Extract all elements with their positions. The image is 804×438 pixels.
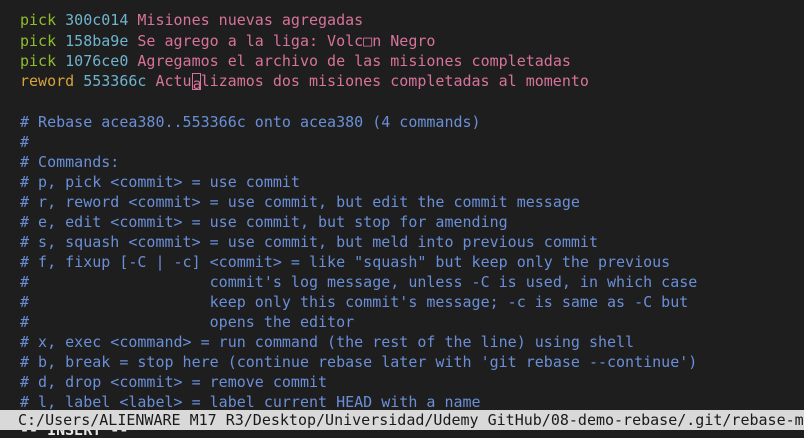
- comment-line: # f, fixup [-C | -c] <commit> = like "sq…: [20, 253, 671, 271]
- comment-line: # p, pick <commit> = use commit: [20, 173, 300, 191]
- comment-line: # commit's log message, unless -C is use…: [20, 273, 698, 291]
- comment-line: # b, break = stop here (continue rebase …: [20, 353, 698, 371]
- commit-hash: 300c014: [65, 11, 129, 29]
- commit-message: Se agrego a la liga: Volc□n Negro: [137, 32, 436, 50]
- mode-line: -- INSERT --: [0, 430, 804, 438]
- todo-line[interactable]: pick 158ba9e Se agrego a la liga: Volc□n…: [20, 31, 435, 51]
- comment-line: # s, squash <commit> = use commit, but m…: [20, 233, 598, 251]
- comment-line: # Rebase acea380..553366c onto acea380 (…: [20, 113, 481, 131]
- status-bar: C:/Users/ALIENWARE M17 R3/Desktop/Univer…: [0, 410, 804, 430]
- comment-line: #: [20, 133, 30, 151]
- comment-line: # e, edit <commit> = use commit, but sto…: [20, 213, 508, 231]
- todo-command: pick: [20, 11, 57, 29]
- comment-line: # l, label <label> = label current HEAD …: [20, 393, 481, 410]
- todo-command: pick: [20, 32, 57, 50]
- comment-line: # opens the editor: [20, 313, 355, 331]
- commit-hash: 553366c: [83, 72, 147, 90]
- comment-line: # d, drop <commit> = remove commit: [20, 373, 328, 391]
- commit-message: Agregamos el archivo de las misiones com…: [137, 52, 571, 70]
- comment-line: # x, exec <command> = run command (the r…: [20, 333, 635, 351]
- comment-line: # Commands:: [20, 153, 120, 171]
- text-cursor[interactable]: a: [191, 73, 202, 93]
- comment-line: # keep only this commit's message; -c is…: [20, 293, 689, 311]
- commit-hash: 1076ce0: [65, 52, 129, 70]
- vim-editor-buffer[interactable]: pick 300c014 Misiones nuevas agregadas p…: [0, 0, 804, 410]
- comment-line: # r, reword <commit> = use commit, but e…: [20, 193, 580, 211]
- commit-message-after-cursor: lizamos dos misiones completadas al mome…: [200, 72, 589, 90]
- todo-command: reword: [20, 72, 75, 90]
- todo-command: pick: [20, 52, 57, 70]
- file-path: C:/Users/ALIENWARE M17 R3/Desktop/Univer…: [18, 411, 804, 429]
- commit-message: Misiones nuevas agregadas: [137, 11, 364, 29]
- commit-message-before-cursor: Actu: [155, 72, 192, 90]
- todo-line[interactable]: pick 1076ce0 Agregamos el archivo de las…: [20, 51, 571, 71]
- mode-indicator: -- INSERT --: [20, 430, 128, 438]
- todo-line[interactable]: reword 553366c Actualizamos dos misiones…: [20, 71, 589, 93]
- todo-line[interactable]: pick 300c014 Misiones nuevas agregadas: [20, 10, 363, 30]
- commit-hash: 158ba9e: [65, 32, 129, 50]
